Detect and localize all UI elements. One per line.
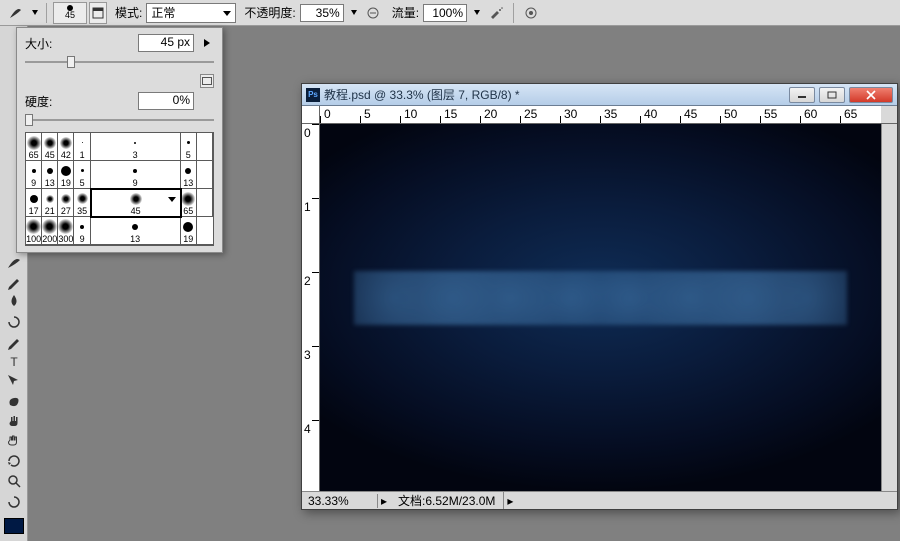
opacity-dropdown-icon[interactable] (348, 4, 360, 22)
brush-preset-cell (197, 161, 213, 189)
grab-tool[interactable] (3, 431, 25, 451)
vertical-scrollbar[interactable] (881, 124, 897, 491)
tablet-pressure-size-icon[interactable] (520, 2, 542, 24)
patch-tool[interactable] (3, 491, 25, 511)
minimize-button[interactable] (789, 87, 815, 103)
brush-preset-cell[interactable]: 9 (26, 161, 42, 189)
brush-preset-cell[interactable]: 13 (42, 161, 58, 189)
canvas-area[interactable] (320, 124, 881, 491)
tool-preset-picker[interactable] (4, 2, 28, 24)
brush-preset-cell (197, 217, 213, 245)
type-tool[interactable]: T (3, 351, 25, 371)
tablet-pressure-opacity-icon[interactable] (362, 2, 384, 24)
path-tool[interactable] (3, 371, 25, 391)
rotate-tool[interactable] (3, 451, 25, 471)
size-slider[interactable] (25, 56, 214, 68)
brush-preset-cell[interactable]: 5 (74, 161, 90, 189)
eraser-tool[interactable] (3, 331, 25, 351)
pencil-tool[interactable] (3, 271, 25, 291)
mixer-tool[interactable] (3, 311, 25, 331)
size-label: 大小: (25, 35, 59, 52)
flow-dropdown-icon[interactable] (471, 4, 483, 22)
tool-preset-dropdown-icon[interactable] (30, 2, 40, 24)
brush-preset-cell[interactable]: 13 (181, 161, 197, 189)
brush-preset-cell[interactable]: 1 (74, 133, 90, 161)
brush-preset-cell[interactable]: 21 (42, 189, 58, 217)
airbrush-icon[interactable] (485, 2, 507, 24)
status-dropdown-icon[interactable]: ▸ (378, 494, 390, 508)
brush-preset-cell[interactable]: 17 (26, 189, 42, 217)
brush-preset-picker[interactable]: 45 (53, 2, 87, 24)
bucket-tool[interactable] (3, 291, 25, 311)
brush-preset-cell[interactable]: 3 (91, 133, 181, 161)
brush-preset-cell[interactable]: 100 (26, 217, 42, 245)
document-window: Ps 教程.psd @ 33.3% (图层 7, RGB/8) * 051015… (301, 83, 898, 510)
brush-preset-cell[interactable]: 9 (91, 161, 181, 189)
horizontal-ruler[interactable]: 05101520253035404550556065 (320, 106, 881, 124)
opacity-input[interactable]: 35% (300, 4, 344, 22)
opacity-label: 不透明度: (244, 4, 295, 21)
status-arrow-icon[interactable]: ▸ (504, 494, 516, 508)
brush-preset-cell[interactable]: 200 (42, 217, 58, 245)
flow-input[interactable]: 100% (423, 4, 467, 22)
canvas-content (354, 271, 848, 325)
brush-preset-cell[interactable]: 9 (74, 217, 90, 245)
hardness-input[interactable]: 0% (138, 92, 194, 110)
doc-info[interactable]: 文档:6.52M/23.0M (390, 492, 504, 509)
brush-preset-cell[interactable]: 13 (91, 217, 181, 245)
brush-preset-cell[interactable]: 27 (58, 189, 74, 217)
brush-panel-toggle[interactable] (89, 2, 107, 24)
flyout-icon[interactable] (200, 36, 214, 50)
shape-tool[interactable] (3, 391, 25, 411)
ruler-origin[interactable] (302, 106, 320, 124)
flow-label: 流量: (392, 4, 419, 21)
hardness-label: 硬度: (25, 93, 59, 110)
brush-preset-cell[interactable]: 35 (74, 189, 90, 217)
brush-preset-cell[interactable]: 300 (58, 217, 74, 245)
options-bar: 45 模式: 正常 不透明度: 35% 流量: 100% (0, 0, 900, 26)
zoom-tool[interactable] (3, 471, 25, 491)
status-bar: 33.33% ▸ 文档:6.52M/23.0M ▸ (302, 491, 897, 509)
mode-label: 模式: (115, 4, 142, 21)
brush-size-indicator: 45 (65, 11, 75, 20)
zoom-level[interactable]: 33.33% (302, 494, 378, 508)
brush-preset-cell[interactable]: 65 (181, 189, 197, 217)
canvas[interactable] (320, 124, 881, 491)
maximize-button[interactable] (819, 87, 845, 103)
brush-preset-cell[interactable]: 45 (91, 189, 181, 217)
brush-preset-cell[interactable]: 19 (181, 217, 197, 245)
brush-preset-cell[interactable]: 5 (181, 133, 197, 161)
brush-preset-cell (197, 133, 213, 161)
brush-preset-cell (197, 189, 213, 217)
svg-text:T: T (10, 355, 18, 369)
brush-preset-cell[interactable]: 19 (58, 161, 74, 189)
vertical-ruler[interactable]: 01234 (302, 124, 320, 491)
new-preset-icon[interactable] (200, 74, 214, 88)
hand-tool[interactable] (3, 411, 25, 431)
blend-mode-select[interactable]: 正常 (146, 3, 236, 23)
brush-preset-grid: 6545421359131959131721273545651002003009… (25, 132, 214, 246)
brush-tool[interactable] (3, 251, 25, 271)
size-input[interactable]: 45 px (138, 34, 194, 52)
hardness-slider[interactable] (25, 114, 214, 126)
foreground-color-swatch[interactable] (4, 518, 24, 534)
ps-icon: Ps (306, 88, 320, 102)
close-button[interactable] (849, 87, 893, 103)
brush-preset-panel: 大小: 45 px 硬度: 0% 65454213591319591317212… (16, 27, 223, 253)
brush-preset-cell[interactable]: 45 (42, 133, 58, 161)
document-title: 教程.psd @ 33.3% (图层 7, RGB/8) * (324, 86, 785, 103)
brush-preset-cell[interactable]: 65 (26, 133, 42, 161)
brush-preset-cell[interactable]: 42 (58, 133, 74, 161)
document-titlebar[interactable]: Ps 教程.psd @ 33.3% (图层 7, RGB/8) * (302, 84, 897, 106)
